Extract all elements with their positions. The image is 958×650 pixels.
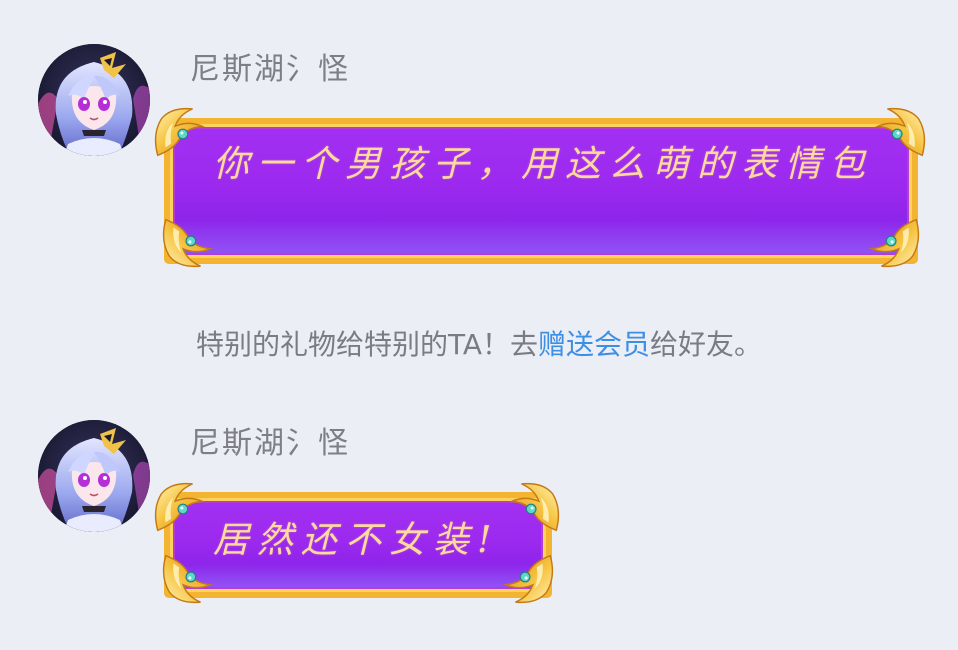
- anime-avatar-icon: [38, 44, 150, 156]
- message-bubble[interactable]: 居然还不女装!: [164, 492, 552, 598]
- sender-avatar[interactable]: [38, 420, 150, 532]
- sender-avatar[interactable]: [38, 44, 150, 156]
- sender-name[interactable]: 尼斯湖氵怪: [190, 50, 350, 90]
- message-text: 居然还不女装!: [213, 520, 500, 561]
- sender-name[interactable]: 尼斯湖氵怪: [190, 424, 350, 464]
- bubble-body: 居然还不女装!: [173, 501, 543, 589]
- gift-membership-notice: 特别的礼物给特别的TA！去赠送会员给好友。: [0, 325, 958, 365]
- notice-prefix: 特别的礼物给特别的TA！去: [195, 328, 539, 361]
- message-bubble[interactable]: 你一个男孩子，用这么萌的表情包: [164, 118, 918, 264]
- gift-membership-link[interactable]: 赠送会员: [538, 328, 650, 361]
- bubble-body: 你一个男孩子，用这么萌的表情包: [173, 127, 909, 255]
- anime-avatar-icon: [38, 420, 150, 532]
- notice-suffix: 给好友。: [650, 328, 763, 361]
- message-text: 你一个男孩子，用这么萌的表情包: [213, 144, 874, 185]
